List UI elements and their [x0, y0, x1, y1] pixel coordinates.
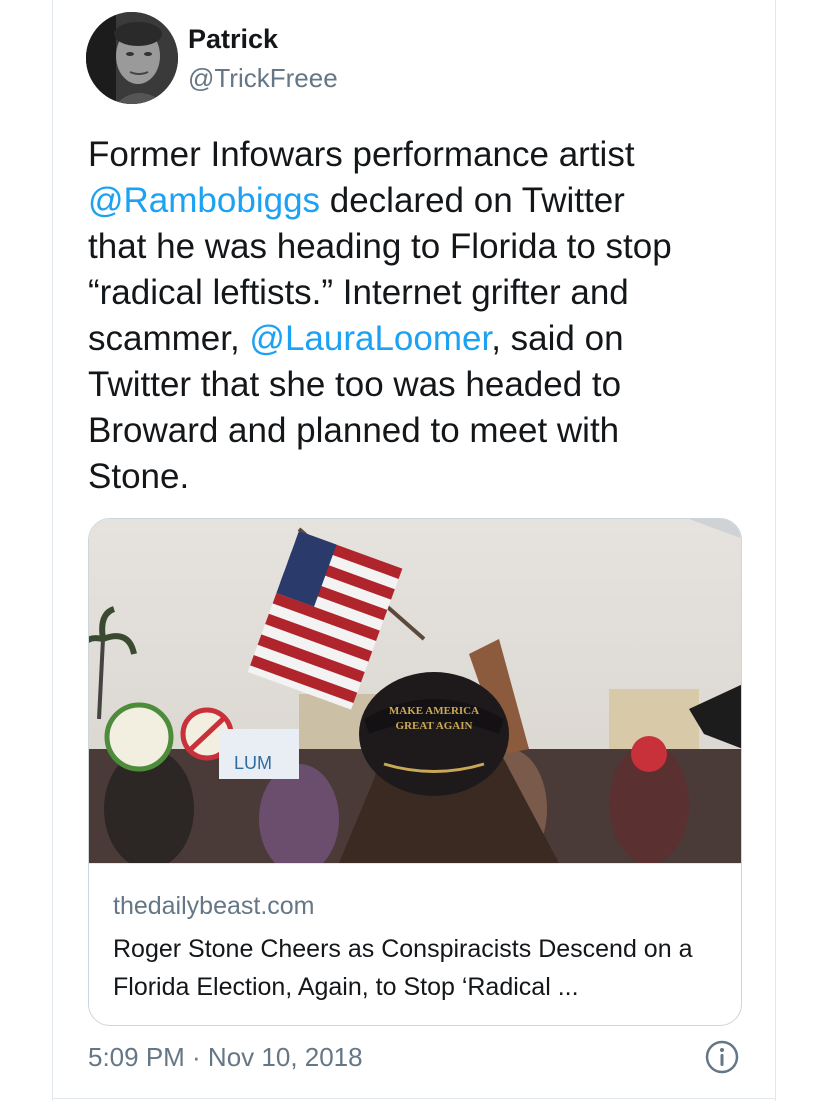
user-avatar-icon	[86, 12, 178, 104]
tweet-timestamp[interactable]: 5:09 PM · Nov 10, 2018	[88, 1042, 363, 1073]
link-card[interactable]: LUM MAKE AMERICA GREAT AGAIN thedailybea…	[88, 518, 742, 1026]
hat-text-line-1: MAKE AMERICA	[389, 705, 479, 717]
info-icon[interactable]	[705, 1040, 739, 1074]
link-card-meta[interactable]: thedailybeast.com Roger Stone Cheers as …	[89, 863, 741, 1025]
tweet-text-part-1: Former Infowars performance artist	[88, 135, 635, 174]
divider	[53, 1098, 775, 1099]
avatar[interactable]	[86, 12, 178, 104]
tweet-container: Patrick @TrickFreee Former Infowars perf…	[52, 0, 776, 1101]
link-card-image[interactable]: LUM MAKE AMERICA GREAT AGAIN	[89, 519, 741, 863]
user-handle[interactable]: @TrickFreee	[188, 63, 338, 94]
image-sign-text: LUM	[234, 753, 272, 773]
hat-text-line-2: GREAT AGAIN	[396, 720, 473, 732]
display-name[interactable]: Patrick	[188, 24, 278, 55]
tweet-text: Former Infowars performance artist @Ramb…	[88, 132, 768, 500]
mention-rambobiggs[interactable]: @Rambobiggs	[88, 181, 320, 220]
mention-lauraloomer[interactable]: @LauraLoomer	[249, 319, 491, 358]
link-card-domain: thedailybeast.com	[113, 892, 315, 920]
link-card-title: Roger Stone Cheers as Conspiracists Desc…	[113, 935, 693, 1001]
